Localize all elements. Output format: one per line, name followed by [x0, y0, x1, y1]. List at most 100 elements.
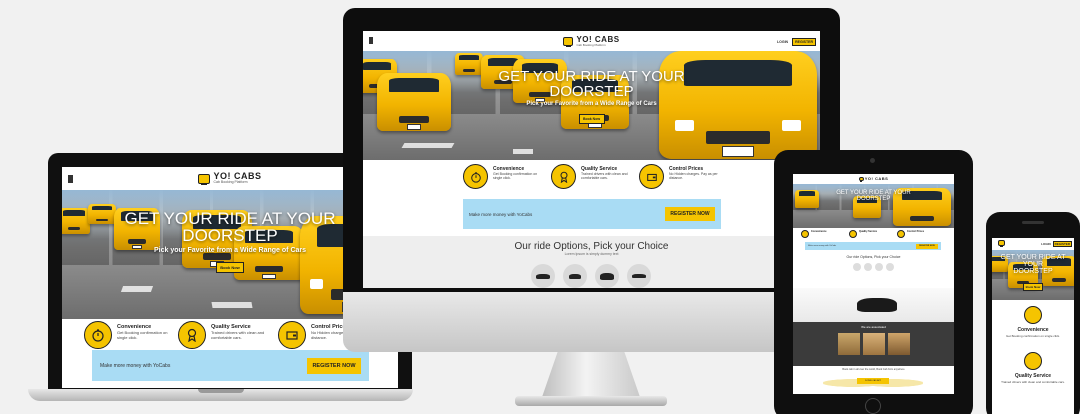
- feature-desc: Trained drivers with clean and comfortab…: [581, 172, 628, 181]
- feature-item: Quality Service Trained drivers with cle…: [992, 350, 1074, 396]
- promo-text: Make more money with YoCabs: [808, 245, 837, 247]
- feature-item: Quality Service: [849, 230, 893, 238]
- features-row: Convenience Get Booking confirmation on …: [463, 164, 719, 189]
- register-button[interactable]: REGISTER: [1052, 241, 1072, 247]
- tablet-camera: [870, 158, 875, 163]
- site-header: YO! CABS: [793, 174, 954, 184]
- register-now-button[interactable]: REGISTER NOW: [665, 207, 715, 221]
- ride-options-section: Our ride Options, Pick your Choice Lorem…: [363, 236, 820, 288]
- site-logo[interactable]: [998, 240, 1005, 247]
- feature-desc: No Hidden charges. Pay as per distance.: [669, 172, 718, 181]
- site-header: YO! CABS Cab Booking Platform LOGIN REGI…: [363, 31, 820, 51]
- login-link[interactable]: LOGIN: [1041, 242, 1051, 246]
- feature-item: Convenience Get Booking confirmation on …: [463, 164, 541, 189]
- feature-desc: Get Booking confirmation on single click…: [117, 330, 168, 340]
- book-now-button[interactable]: Book Now: [1023, 283, 1043, 291]
- feature-title: Convenience: [811, 230, 827, 233]
- luxury-icon[interactable]: [886, 263, 894, 271]
- features-row: Convenience Get Booking confirmation on …: [84, 321, 370, 349]
- testimonial-photo: [862, 333, 885, 355]
- auth-links: LOGIN REGISTER: [777, 38, 816, 46]
- tablet-screen: YO! CABS GET YOUR RIDE AT YOUR DOORSTEP …: [793, 174, 954, 394]
- testimonial-photo: [887, 333, 910, 355]
- site-logo[interactable]: YO! CABS Cab Booking Platform: [563, 35, 619, 47]
- promo-banner: Make more money with YoCabs REGISTER NOW: [463, 199, 721, 229]
- award-icon: [849, 230, 857, 238]
- menu-icon[interactable]: [68, 175, 73, 183]
- laptop-notch: [198, 389, 244, 393]
- promo-text: Make more money with YoCabs: [469, 211, 533, 217]
- book-now-button[interactable]: Book Now: [578, 114, 605, 124]
- feature-item: Quality Service Trained drivers with cle…: [551, 164, 629, 189]
- feature-item: Convenience: [801, 230, 845, 238]
- hatchback-icon[interactable]: [563, 264, 587, 288]
- taxi-logo-icon: [858, 177, 864, 182]
- testimonial-photo: [837, 333, 860, 355]
- stopwatch-icon: [1024, 306, 1042, 324]
- wallet-icon: [278, 321, 306, 349]
- ride-options-section: Our ride Options, Pick your Choice: [793, 252, 954, 288]
- hero-section: GET YOUR RIDE AT YOUR DOORSTEP: [793, 184, 954, 228]
- featured-car-image: [793, 288, 954, 322]
- ride-options-title: Our ride Options, Pick your Choice: [514, 241, 669, 252]
- feature-item: Control Prices No Hidden charges. Pay as…: [639, 164, 719, 189]
- taxi-logo-icon: [198, 173, 211, 185]
- ride-options-subtitle: Lorem Ipsum is simply dummy text: [564, 252, 619, 256]
- site-logo[interactable]: YO! CABS Cab Booking Platform: [198, 172, 261, 185]
- hero-section: GET YOUR RIDE AT YOUR DOORSTEP Pick your…: [363, 51, 820, 160]
- promo-banner: Make more money with YoCabs REGISTER NOW: [805, 242, 941, 250]
- testimonial-cards: [793, 333, 954, 355]
- lane-marking: [120, 286, 154, 292]
- sedan-icon[interactable]: [853, 263, 861, 271]
- lane-marking: [211, 302, 253, 308]
- award-icon: [178, 321, 206, 349]
- tablet-home-button: [865, 398, 881, 414]
- stopwatch-icon: [801, 230, 809, 238]
- monitor-stand: [541, 348, 641, 400]
- phone-speaker: [1022, 221, 1044, 224]
- download-app-button[interactable]: DOWNLOAD APP: [857, 378, 889, 384]
- hero-title: GET YOUR RIDE AT YOUR DOORSTEP: [836, 190, 911, 202]
- brand-name: YO! CABS: [864, 176, 889, 181]
- award-icon: [551, 164, 576, 189]
- feature-item: Quality Service Trained drivers with cle…: [178, 321, 270, 349]
- site-header: LOGIN REGISTER: [992, 238, 1074, 250]
- hero-section: GET YOUR RIDE AT YOUR DOORSTEP Book Now: [992, 250, 1074, 300]
- suv-icon[interactable]: [875, 263, 883, 271]
- car-options-row: [793, 263, 954, 271]
- site-logo[interactable]: YO! CABS: [858, 176, 889, 182]
- lane-marking: [513, 149, 533, 154]
- menu-icon[interactable]: [369, 37, 373, 44]
- login-link[interactable]: LOGIN: [777, 40, 788, 44]
- register-now-button[interactable]: REGISTER NOW: [916, 243, 938, 249]
- monitor-screen: YO! CABS Cab Booking Platform LOGIN REGI…: [363, 31, 820, 288]
- features-row: Convenience Quality Service Control Pric…: [801, 230, 941, 238]
- feature-title: Quality Service: [859, 230, 878, 233]
- map-caption: Book cab in all over the world, Book Cab…: [842, 368, 905, 371]
- tablet-mockup: YO! CABS GET YOUR RIDE AT YOUR DOORSTEP …: [774, 150, 973, 414]
- taxi-logo-icon: [998, 240, 1005, 247]
- feature-desc: Trained drivers with clean and comfortab…: [1001, 380, 1065, 384]
- phone-screen: LOGIN REGISTER GET YOUR RIDE AT YOUR DOO…: [992, 238, 1074, 414]
- ride-options-title: Our ride Options, Pick your Choice: [846, 255, 901, 259]
- car-options-row: [531, 264, 651, 288]
- luxury-icon[interactable]: [627, 264, 651, 288]
- register-button[interactable]: REGISTER: [792, 38, 816, 46]
- wallet-icon: [639, 164, 664, 189]
- wallet-icon: [897, 230, 905, 238]
- book-now-button[interactable]: Book Now: [216, 262, 244, 273]
- testimonials-title: We are associated: [861, 325, 886, 329]
- feature-item: Convenience Get Booking confirmation on …: [84, 321, 170, 349]
- feature-desc: Get Booking confirmation on single click…: [1005, 334, 1061, 338]
- sedan-icon[interactable]: [531, 264, 555, 288]
- stopwatch-icon: [463, 164, 488, 189]
- lane-marking: [401, 143, 455, 148]
- hatchback-icon[interactable]: [864, 263, 872, 271]
- stopwatch-icon: [84, 321, 112, 349]
- award-icon: [1024, 352, 1042, 370]
- map-section: Book cab in all over the world, Book Cab…: [793, 366, 954, 394]
- suv-icon[interactable]: [595, 264, 619, 288]
- hero-subtitle: Pick your Favorite from a Wide Range of …: [526, 101, 657, 107]
- car-silhouette: [857, 298, 897, 312]
- feature-desc: Trained drivers with clean and comfortab…: [211, 330, 265, 340]
